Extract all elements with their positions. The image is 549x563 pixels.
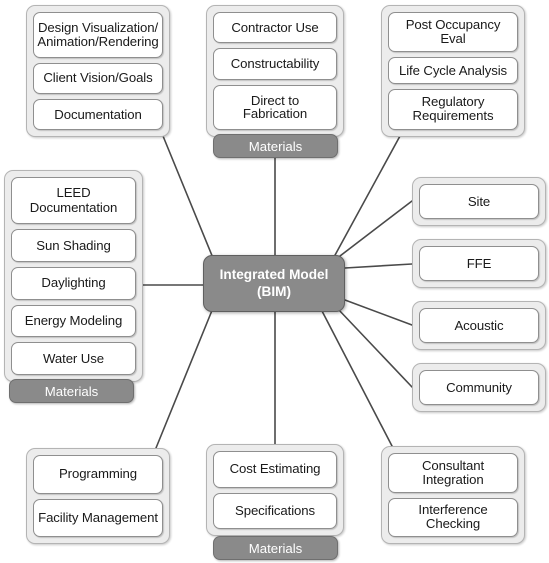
materials-tab-cost[interactable]: Materials [213, 536, 338, 560]
connector-center-to-management [155, 307, 214, 449]
management-group: Programming Facility Management [26, 448, 170, 544]
list-item[interactable]: Constructability [213, 48, 337, 80]
site-group: Site [412, 177, 546, 226]
cost-group: Cost Estimating Specifications [206, 444, 344, 536]
list-item[interactable]: Facility Management [33, 498, 163, 537]
ffe-group: FFE [412, 239, 546, 288]
list-item[interactable]: Contractor Use [213, 12, 337, 44]
list-item[interactable]: FFE [419, 246, 539, 281]
connector-center-to-acoustic [344, 299, 413, 326]
list-item[interactable]: Community [419, 370, 539, 405]
list-item[interactable]: Cost Estimating [213, 451, 337, 488]
coordination-group: Consultant Integration Interference Chec… [381, 446, 525, 544]
materials-tab-sustainability[interactable]: Materials [9, 379, 134, 403]
list-item[interactable]: Design Visualization/ Animation/Renderin… [33, 12, 163, 58]
list-item[interactable]: Water Use [11, 342, 136, 375]
list-item[interactable]: Sun Shading [11, 229, 136, 262]
connector-center-to-site [339, 200, 413, 257]
materials-tab-construction[interactable]: Materials [213, 134, 338, 158]
connector-center-to-coordination [321, 310, 393, 447]
connector-center-to-design [162, 135, 214, 259]
connector-center-to-ffe [344, 263, 413, 269]
list-item[interactable]: Energy Modeling [11, 304, 136, 338]
list-item[interactable]: Daylighting [11, 266, 136, 300]
connector-center-to-evaluation [333, 135, 401, 258]
center-node-label: Integrated Model (BIM) [219, 266, 329, 299]
construction-group: Contractor Use Constructability Direct t… [206, 5, 344, 137]
list-item[interactable]: Consultant Integration [388, 453, 518, 493]
center-node-integrated-model[interactable]: Integrated Model (BIM) [203, 255, 345, 312]
design-group: Design Visualization/ Animation/Renderin… [26, 5, 170, 137]
list-item[interactable]: Documentation [33, 98, 163, 131]
list-item[interactable]: Post Occupancy Eval [388, 12, 518, 53]
list-item[interactable]: Interference Checking [388, 497, 518, 537]
community-group: Community [412, 363, 546, 412]
bim-diagram: Design Visualization/ Animation/Renderin… [0, 0, 549, 563]
list-item[interactable]: LEED Documentation [11, 177, 136, 225]
connector-center-to-community [337, 308, 413, 388]
list-item[interactable]: Programming [33, 455, 163, 494]
sustainability-group: LEED Documentation Sun Shading Daylighti… [4, 170, 143, 382]
list-item[interactable]: Life Cycle Analysis [388, 57, 518, 84]
list-item[interactable]: Regulatory Requirements [388, 88, 518, 130]
list-item[interactable]: Acoustic [419, 308, 539, 343]
acoustic-group: Acoustic [412, 301, 546, 350]
list-item[interactable]: Client Vision/Goals [33, 62, 163, 94]
evaluation-group: Post Occupancy Eval Life Cycle Analysis … [381, 5, 525, 137]
list-item[interactable]: Specifications [213, 492, 337, 529]
list-item[interactable]: Site [419, 184, 539, 219]
list-item[interactable]: Direct to Fabrication [213, 84, 337, 130]
